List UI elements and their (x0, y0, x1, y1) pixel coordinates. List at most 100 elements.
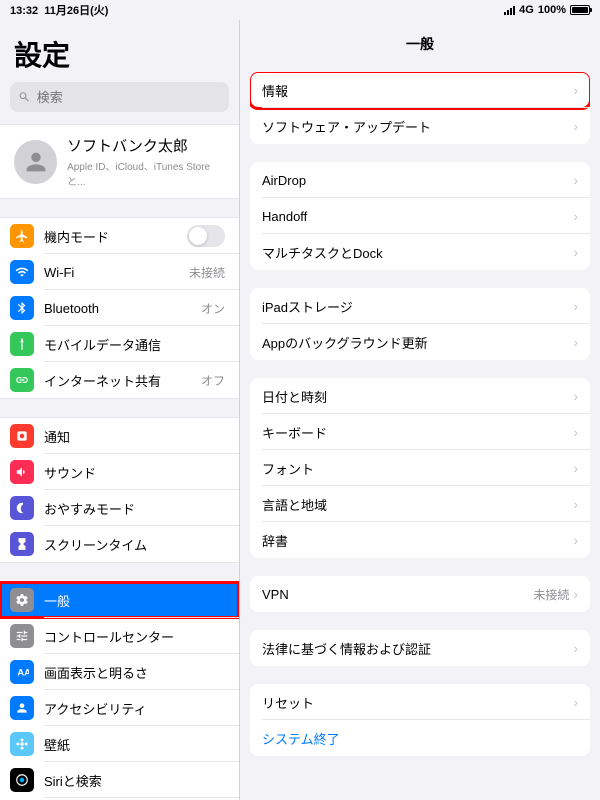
detail-pane: 一般 情報›ソフトウェア・アップデート›AirDrop›Handoff›マルチタ… (240, 20, 600, 800)
detail-item-label: マルチタスクとDock (262, 243, 573, 262)
chevron-right-icon: › (573, 208, 578, 224)
status-time: 13:32 (10, 5, 38, 17)
gear-icon (10, 588, 34, 612)
sidebar-item-label: モバイルデータ通信 (44, 335, 225, 354)
chevron-right-icon: › (573, 172, 578, 188)
sidebar-item-flower[interactable]: 壁紙 (0, 726, 239, 762)
sidebar-item-moon[interactable]: おやすみモード (0, 490, 239, 526)
flower-icon (10, 732, 34, 756)
bluetooth-icon (10, 296, 34, 320)
sidebar-item-label: アクセシビリティ (44, 699, 225, 718)
detail-item[interactable]: 法律に基づく情報および認証› (250, 630, 590, 666)
sidebar-item-airplane[interactable]: 機内モード (0, 218, 239, 254)
chevron-right-icon: › (573, 424, 578, 440)
sidebar-item-value: オン (201, 300, 225, 317)
toggle[interactable] (187, 225, 225, 247)
chevron-right-icon: › (573, 298, 578, 314)
bell-icon (10, 424, 34, 448)
person-icon (10, 696, 34, 720)
sliders-icon (10, 624, 34, 648)
account-subtitle: Apple ID、iCloud、iTunes Storeと... (67, 158, 225, 188)
detail-item-label: リセット (262, 693, 573, 712)
detail-item[interactable]: 辞書› (250, 522, 590, 558)
detail-item[interactable]: VPN未接続› (250, 576, 590, 612)
svg-text:AA: AA (17, 668, 29, 678)
chevron-right-icon: › (573, 640, 578, 656)
detail-item-label: 情報 (262, 81, 573, 100)
sidebar-item-person[interactable]: アクセシビリティ (0, 690, 239, 726)
sidebar-item-label: Wi-Fi (44, 265, 189, 280)
chevron-right-icon: › (573, 334, 578, 350)
sidebar-item-label: スクリーンタイム (44, 535, 225, 554)
chevron-right-icon: › (573, 118, 578, 134)
wifi-icon (10, 260, 34, 284)
account-name: ソフトバンク太郎 (67, 135, 225, 156)
chevron-right-icon: › (573, 388, 578, 404)
search-field[interactable] (10, 82, 229, 112)
sidebar-item-label: コントロールセンター (44, 627, 225, 646)
detail-item[interactable]: iPadストレージ› (250, 288, 590, 324)
detail-item[interactable]: システム終了 (250, 720, 590, 756)
detail-item[interactable]: 日付と時刻› (250, 378, 590, 414)
sidebar-item-label: 画面表示と明るさ (44, 663, 225, 682)
detail-item-label: VPN (262, 587, 533, 602)
sidebar-item-label: Bluetooth (44, 301, 201, 316)
detail-item[interactable]: キーボード› (250, 414, 590, 450)
antenna-icon (10, 332, 34, 356)
avatar-icon (14, 140, 57, 184)
sidebar-item-label: インターネット共有 (44, 371, 201, 390)
detail-item[interactable]: 情報› (250, 72, 590, 108)
chevron-right-icon: › (573, 586, 578, 602)
sidebar-item-gear[interactable]: 一般 (0, 582, 239, 618)
sidebar-item-label: サウンド (44, 463, 225, 482)
detail-item[interactable]: ソフトウェア・アップデート› (250, 108, 590, 144)
detail-item[interactable]: Appのバックグラウンド更新› (250, 324, 590, 360)
detail-item[interactable]: リセット› (250, 684, 590, 720)
sidebar-item-bluetooth[interactable]: Bluetoothオン (0, 290, 239, 326)
sidebar-item-label: 通知 (44, 427, 225, 446)
speaker-icon (10, 460, 34, 484)
detail-item-label: 日付と時刻 (262, 387, 573, 406)
detail-item[interactable]: マルチタスクとDock› (250, 234, 590, 270)
sidebar-item-antenna[interactable]: モバイルデータ通信 (0, 326, 239, 362)
sidebar-item-wifi[interactable]: Wi-Fi未接続 (0, 254, 239, 290)
chevron-right-icon: › (573, 244, 578, 260)
link-icon (10, 368, 34, 392)
sidebar-item-label: 機内モード (44, 227, 187, 246)
sidebar-item-value: 未接続 (189, 264, 225, 281)
detail-item-label: ソフトウェア・アップデート (262, 117, 573, 136)
status-battery-pct: 100% (538, 4, 566, 16)
chevron-right-icon: › (573, 532, 578, 548)
sidebar-item-speaker[interactable]: サウンド (0, 454, 239, 490)
sidebar-item-hourglass[interactable]: スクリーンタイム (0, 526, 239, 562)
sidebar-item-text[interactable]: AA 画面表示と明るさ (0, 654, 239, 690)
chevron-right-icon: › (573, 694, 578, 710)
search-input[interactable] (37, 90, 221, 105)
siri-icon (10, 768, 34, 792)
detail-item[interactable]: Handoff› (250, 198, 590, 234)
sidebar-item-label: 壁紙 (44, 735, 225, 754)
detail-item-label: システム終了 (262, 729, 578, 748)
status-bar: 13:32 11月26日(火) 4G 100% (0, 0, 600, 20)
sidebar-item-sliders[interactable]: コントロールセンター (0, 618, 239, 654)
status-date: 11月26日(火) (44, 5, 108, 17)
detail-item[interactable]: フォント› (250, 450, 590, 486)
chevron-right-icon: › (573, 496, 578, 512)
detail-item-label: AirDrop (262, 173, 573, 188)
text-icon: AA (10, 660, 34, 684)
detail-item-label: 言語と地域 (262, 495, 573, 514)
detail-item-label: 法律に基づく情報および認証 (262, 639, 573, 658)
sidebar-item-value: オフ (201, 372, 225, 389)
sidebar-item-link[interactable]: インターネット共有オフ (0, 362, 239, 398)
detail-item-label: 辞書 (262, 531, 573, 550)
detail-item-label: Handoff (262, 209, 573, 224)
account-row[interactable]: ソフトバンク太郎 Apple ID、iCloud、iTunes Storeと..… (0, 124, 239, 199)
sidebar-item-label: 一般 (44, 591, 225, 610)
sidebar-item-siri[interactable]: Siriと検索 (0, 762, 239, 798)
signal-icon (504, 5, 515, 15)
detail-item-label: フォント (262, 459, 573, 478)
hourglass-icon (10, 532, 34, 556)
detail-item[interactable]: 言語と地域› (250, 486, 590, 522)
sidebar-item-bell[interactable]: 通知 (0, 418, 239, 454)
detail-item[interactable]: AirDrop› (250, 162, 590, 198)
